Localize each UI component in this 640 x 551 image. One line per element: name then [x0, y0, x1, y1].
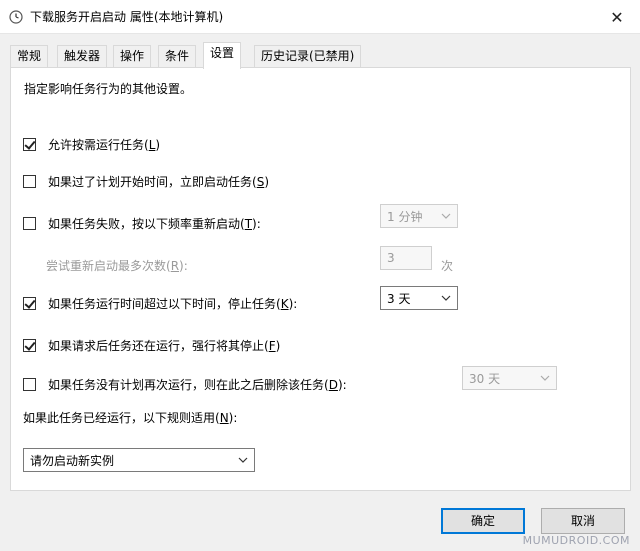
tab-actions[interactable]: 操作: [113, 45, 152, 68]
tab-bar: 常规 触发器 操作 条件 设置 历史记录(已禁用): [10, 42, 630, 69]
delete-after-select[interactable]: 30 天: [462, 366, 557, 390]
label-force-stop: 如果请求后任务还在运行，强行将其停止(F): [48, 338, 281, 353]
label-run-missed: 如果过了计划开始时间，立即启动任务(S): [48, 174, 269, 189]
chevron-down-icon: [540, 375, 550, 381]
tab-settings[interactable]: 设置: [203, 42, 242, 69]
restart-interval-select[interactable]: 1 分钟: [380, 204, 458, 228]
already-running-value: 请勿启动新实例: [30, 453, 115, 468]
delete-after-value: 30 天: [469, 371, 501, 386]
checkbox-force-stop[interactable]: [23, 338, 36, 352]
option-run-missed[interactable]: 如果过了计划开始时间，立即启动任务(S): [23, 172, 269, 190]
ok-button[interactable]: 确定: [441, 508, 525, 534]
label-restart-attempts: 尝试重新启动最多次数(R):: [46, 258, 188, 273]
watermark: MUMUDROID.COM: [522, 534, 630, 547]
already-running-select[interactable]: 请勿启动新实例: [23, 448, 255, 472]
tab-triggers[interactable]: 触发器: [57, 45, 108, 68]
tab-general[interactable]: 常规: [10, 45, 49, 68]
restart-attempts-unit: 次: [441, 258, 454, 273]
checkbox-run-on-demand[interactable]: [23, 137, 36, 151]
option-delete-if-unscheduled[interactable]: 如果任务没有计划再次运行，则在此之后删除该任务(D):: [23, 375, 347, 393]
label-run-on-demand: 允许按需运行任务(L): [48, 137, 161, 152]
checkbox-run-missed[interactable]: [23, 174, 36, 188]
option-run-on-demand[interactable]: 允许按需运行任务(L): [23, 135, 160, 153]
label-stop-if-long: 如果任务运行时间超过以下时间，停止任务(K):: [48, 296, 298, 311]
checkbox-stop-if-long[interactable]: [23, 296, 36, 310]
close-button[interactable]: ✕: [594, 0, 640, 34]
tab-conditions[interactable]: 条件: [158, 45, 197, 68]
option-restart-on-fail[interactable]: 如果任务失败，按以下频率重新启动(T):: [23, 214, 261, 232]
restart-attempts-input[interactable]: 3: [380, 246, 432, 270]
checkbox-restart-on-fail[interactable]: [23, 216, 36, 230]
stop-duration-value: 3 天: [387, 291, 411, 306]
chevron-down-icon: [441, 295, 451, 301]
panel-description: 指定影响任务行为的其他设置。: [24, 82, 193, 96]
title-bar: 下载服务开启启动 属性(本地计算机) ✕: [0, 0, 640, 34]
settings-panel: 指定影响任务行为的其他设置。 允许按需运行任务(L) 如果过了计划开始时间，立即…: [10, 67, 631, 491]
close-icon: ✕: [610, 7, 624, 27]
window-title: 下载服务开启启动 属性(本地计算机): [30, 10, 224, 24]
chevron-down-icon: [238, 457, 248, 463]
option-force-stop[interactable]: 如果请求后任务还在运行，强行将其停止(F): [23, 336, 280, 354]
label-already-running: 如果此任务已经运行，以下规则适用(N):: [23, 410, 238, 425]
restart-interval-value: 1 分钟: [387, 209, 423, 224]
option-stop-if-long[interactable]: 如果任务运行时间超过以下时间，停止任务(K):: [23, 294, 297, 312]
tab-history[interactable]: 历史记录(已禁用): [254, 45, 362, 68]
cancel-button[interactable]: 取消: [541, 508, 625, 534]
clock-icon: [9, 10, 23, 24]
label-restart-on-fail: 如果任务失败，按以下频率重新启动(T):: [48, 216, 261, 231]
label-delete-if-unscheduled: 如果任务没有计划再次运行，则在此之后删除该任务(D):: [48, 377, 347, 392]
stop-duration-select[interactable]: 3 天: [380, 286, 458, 310]
checkbox-delete-if-unscheduled[interactable]: [23, 377, 36, 391]
chevron-down-icon: [441, 213, 451, 219]
